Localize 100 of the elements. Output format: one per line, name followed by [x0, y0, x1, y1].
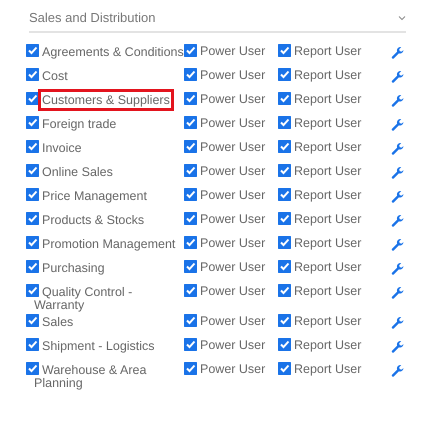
- option-label: Report User: [294, 314, 362, 328]
- module-label: Foreign trade: [42, 117, 116, 131]
- checkbox[interactable]: [278, 212, 291, 225]
- checkbox[interactable]: [26, 260, 39, 273]
- checkbox[interactable]: [184, 44, 197, 57]
- checkbox[interactable]: [184, 68, 197, 81]
- checkbox[interactable]: [184, 140, 197, 153]
- wrench-icon[interactable]: [390, 190, 405, 205]
- checkbox[interactable]: [26, 236, 39, 249]
- module-label: Shipment - Logistics: [42, 339, 155, 353]
- checkbox[interactable]: [278, 164, 291, 177]
- module-label: Purchasing: [42, 261, 105, 275]
- checkbox[interactable]: [278, 140, 291, 153]
- checkbox[interactable]: [184, 188, 197, 201]
- checkbox[interactable]: [184, 236, 197, 249]
- wrench-icon[interactable]: [390, 166, 405, 181]
- checkbox[interactable]: [184, 260, 197, 273]
- checkbox[interactable]: [184, 338, 197, 351]
- wrench-icon[interactable]: [390, 238, 405, 253]
- checkbox[interactable]: [278, 284, 291, 297]
- checkbox[interactable]: [26, 188, 39, 201]
- module-label: Promotion Management: [42, 237, 176, 251]
- option-label: Power User: [200, 236, 266, 250]
- checkbox[interactable]: [278, 236, 291, 249]
- checkbox[interactable]: [184, 284, 197, 297]
- option-label: Power User: [200, 362, 266, 376]
- option-label: Report User: [294, 362, 362, 376]
- checkbox[interactable]: [278, 338, 291, 351]
- module-label: Sales: [42, 315, 74, 329]
- option-label: Report User: [294, 44, 362, 58]
- option-label: Report User: [294, 236, 362, 250]
- module-label: Agreements & Conditions: [42, 45, 184, 59]
- option-label: Report User: [294, 212, 362, 226]
- wrench-icon[interactable]: [390, 262, 405, 277]
- option-label: Power User: [200, 338, 266, 352]
- checkbox[interactable]: [184, 116, 197, 129]
- checkbox[interactable]: [26, 140, 39, 153]
- wrench-icon[interactable]: [390, 46, 405, 61]
- checkbox[interactable]: [26, 164, 39, 177]
- module-label: Warehouse & Area Planning: [34, 363, 146, 390]
- wrench-icon[interactable]: [390, 316, 405, 331]
- checkbox[interactable]: [26, 116, 39, 129]
- checkbox[interactable]: [26, 68, 39, 81]
- wrench-icon[interactable]: [390, 142, 405, 157]
- checkbox[interactable]: [26, 338, 39, 351]
- checkbox[interactable]: [278, 92, 291, 105]
- wrench-icon[interactable]: [390, 286, 405, 301]
- chevron-icon[interactable]: [398, 14, 406, 20]
- module-label: Invoice: [42, 141, 82, 155]
- wrench-icon[interactable]: [390, 70, 405, 85]
- checkbox[interactable]: [26, 92, 39, 105]
- option-label: Power User: [200, 164, 266, 178]
- checkbox[interactable]: [278, 188, 291, 201]
- option-label: Report User: [294, 260, 362, 274]
- option-label: Power User: [200, 284, 266, 298]
- option-label: Power User: [200, 140, 266, 154]
- checkbox[interactable]: [26, 284, 39, 297]
- checkbox[interactable]: [26, 362, 39, 375]
- checkbox[interactable]: [184, 92, 197, 105]
- wrench-icon[interactable]: [390, 118, 405, 133]
- checkbox[interactable]: [278, 260, 291, 273]
- wrench-icon[interactable]: [390, 340, 405, 355]
- checkbox[interactable]: [184, 164, 197, 177]
- checkbox[interactable]: [26, 44, 39, 57]
- checkbox[interactable]: [278, 44, 291, 57]
- option-label: Report User: [294, 188, 362, 202]
- option-label: Power User: [200, 212, 266, 226]
- option-label: Report User: [294, 68, 362, 82]
- checkbox[interactable]: [26, 314, 39, 327]
- checkbox[interactable]: [278, 314, 291, 327]
- option-label: Power User: [200, 116, 266, 130]
- checkbox[interactable]: [184, 212, 197, 225]
- wrench-icon[interactable]: [390, 94, 405, 109]
- option-label: Power User: [200, 44, 266, 58]
- checkbox[interactable]: [278, 116, 291, 129]
- option-label: Report User: [294, 164, 362, 178]
- checkbox[interactable]: [26, 212, 39, 225]
- checkbox[interactable]: [184, 314, 197, 327]
- checkbox[interactable]: [184, 362, 197, 375]
- option-label: Power User: [200, 92, 266, 106]
- checkbox[interactable]: [278, 68, 291, 81]
- option-label: Power User: [200, 188, 266, 202]
- wrench-icon[interactable]: [390, 214, 405, 229]
- section-title: Sales and Distribution: [29, 10, 156, 25]
- module-label: Price Management: [42, 189, 147, 203]
- module-label: Products & Stocks: [42, 213, 144, 227]
- option-label: Power User: [200, 260, 266, 274]
- option-label: Power User: [200, 314, 266, 328]
- option-label: Report User: [294, 284, 362, 298]
- wrench-icon[interactable]: [390, 364, 405, 379]
- option-label: Report User: [294, 116, 362, 130]
- option-label: Power User: [200, 68, 266, 82]
- option-label: Report User: [294, 338, 362, 352]
- module-label: Quality Control - Warranty: [34, 285, 132, 312]
- checkbox[interactable]: [278, 362, 291, 375]
- module-label: Cost: [42, 69, 68, 83]
- module-label: Customers & Suppliers: [42, 93, 170, 107]
- option-label: Report User: [294, 140, 362, 154]
- option-label: Report User: [294, 92, 362, 106]
- module-label: Online Sales: [42, 165, 113, 179]
